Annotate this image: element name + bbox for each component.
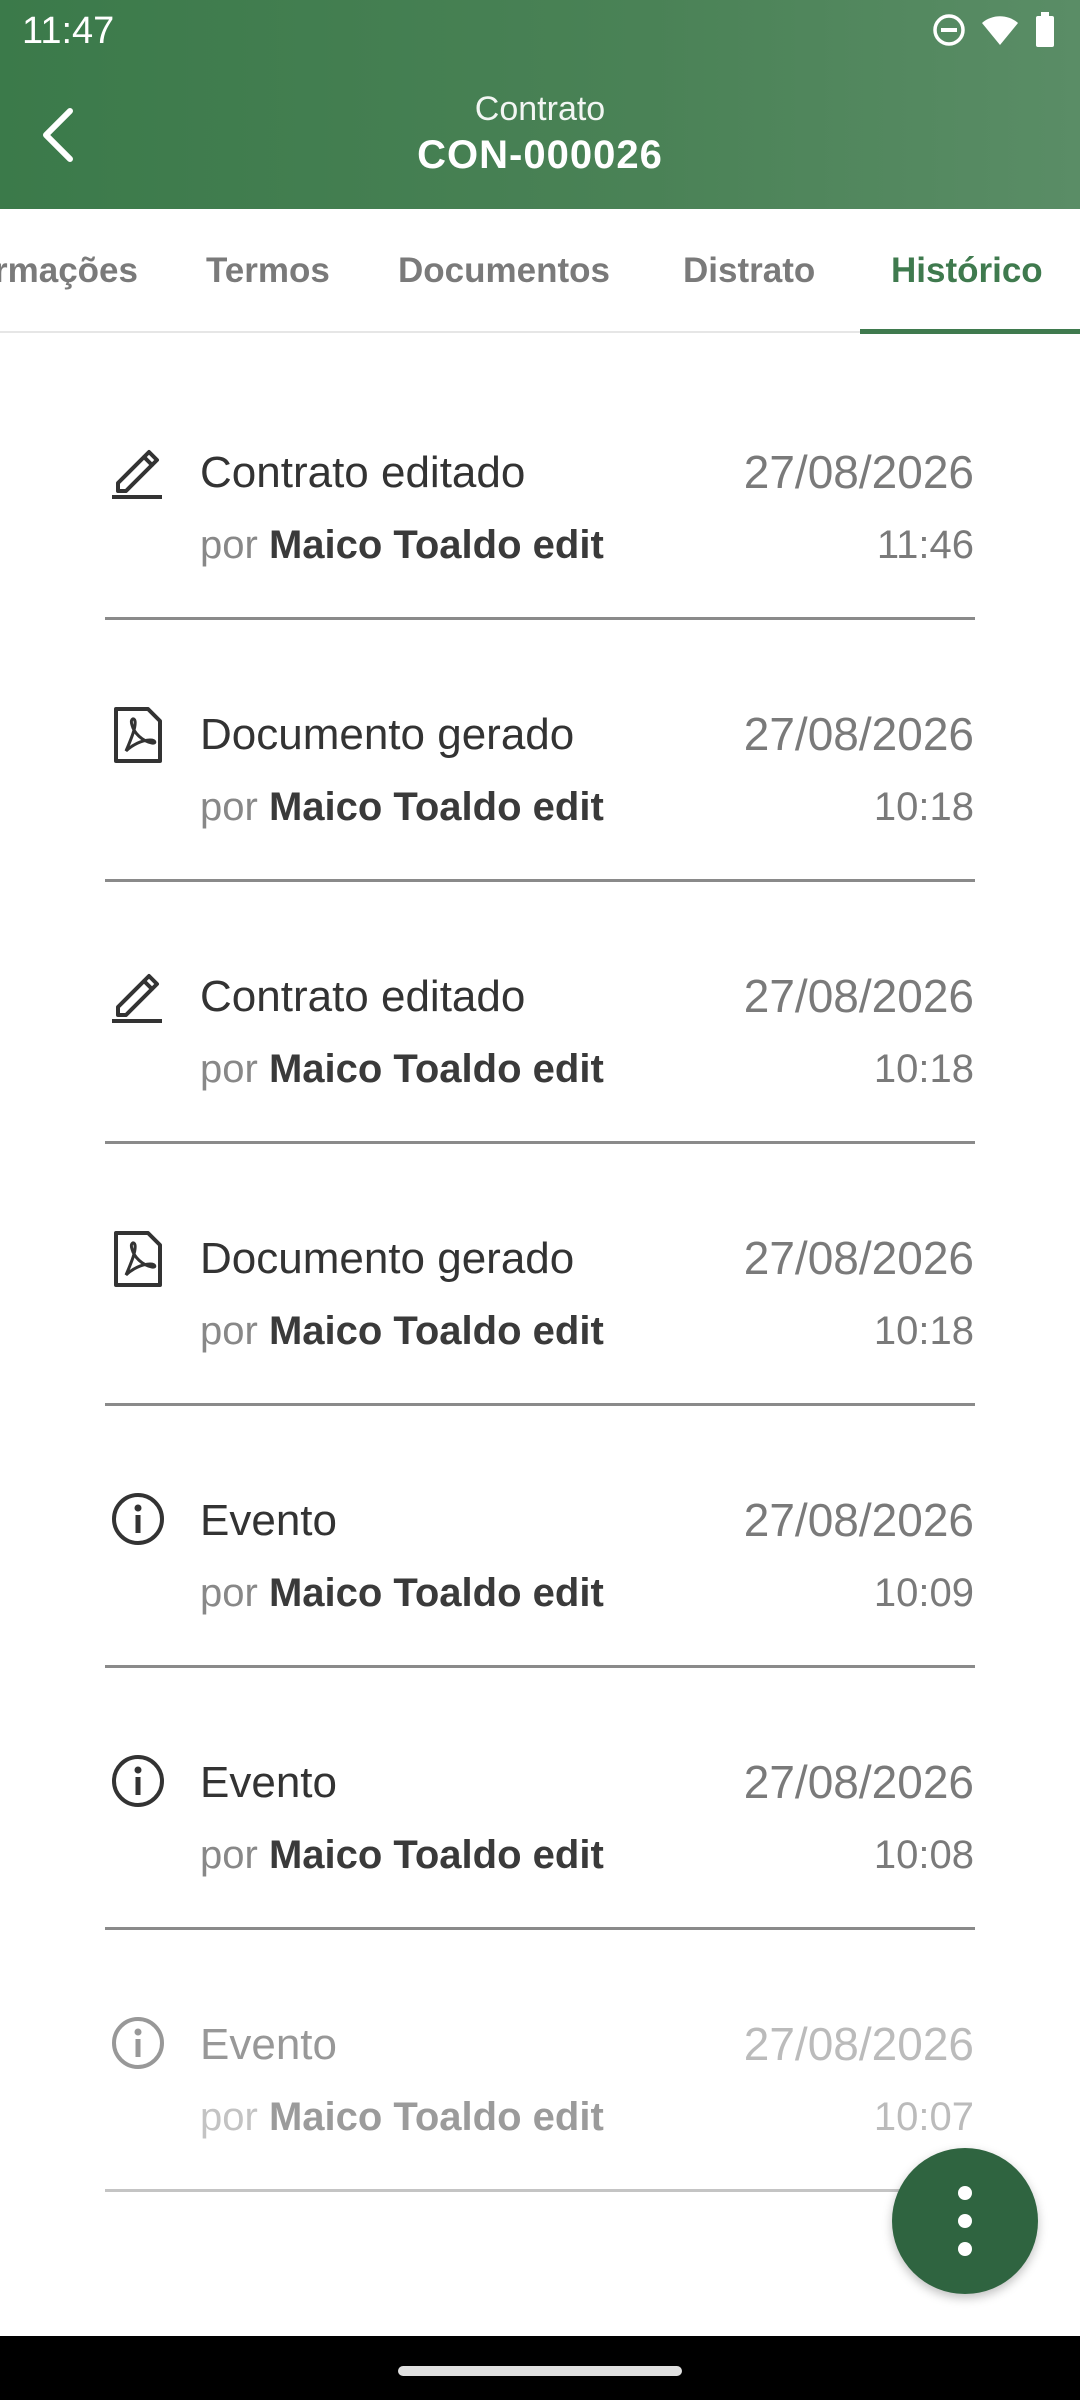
history-item-author: por Maico Toaldo edit [200,785,604,829]
history-item-title: Documento gerado [200,710,575,759]
tab-distrato[interactable]: Distrato [683,209,815,333]
history-item-date: 27/08/2026 [743,1756,974,1808]
history-item[interactable]: Evento por Maico Toaldo edit 27/08/2026 … [0,1643,1080,1930]
history-item-author: por Maico Toaldo edit [200,2095,604,2139]
more-vertical-icon-dot [958,2242,972,2256]
wifi-icon [982,16,1018,45]
status-time: 11:47 [22,10,115,52]
history-item[interactable]: Documento gerado por Maico Toaldo edit 2… [0,595,1080,882]
history-item-time: 11:46 [876,523,974,567]
history-item-title: Documento gerado [200,1234,575,1283]
history-item[interactable]: Contrato editado por Maico Toaldo edit 2… [0,857,1080,1144]
pdf-document-icon [114,1231,162,1287]
tab-termos[interactable]: Termos [206,209,330,333]
history-item-time: 10:18 [873,785,974,829]
more-vertical-icon-dot [958,2214,972,2228]
history-item-date: 27/08/2026 [743,970,974,1022]
history-item[interactable]: Documento gerado por Maico Toaldo edit 2… [0,1119,1080,1406]
history-item-author: por Maico Toaldo edit [200,523,604,567]
app-header: 11:47 Contrato CON-000026 [0,0,1080,209]
history-item-date: 27/08/2026 [743,446,974,498]
status-icons [932,12,1056,48]
info-icon [112,1755,164,1807]
history-item-title: Contrato editado [200,448,526,497]
history-item-time: 10:07 [873,2095,974,2139]
history-item-author: por Maico Toaldo edit [200,1833,604,1877]
history-item[interactable]: Evento por Maico Toaldo edit 27/08/2026 … [0,1905,1080,2192]
header-title: CON-000026 [417,133,663,177]
history-item-time: 10:09 [873,1571,974,1615]
divider [105,2189,975,2192]
app-screen: 11:47 Contrato CON-000026 rmações Termos… [0,0,1080,2400]
history-item-author: por Maico Toaldo edit [200,1047,604,1091]
battery-icon [1036,12,1054,47]
edit-icon [112,974,162,1023]
more-vertical-icon [958,2186,972,2200]
history-item-title: Contrato editado [200,972,526,1021]
history-item-author: por Maico Toaldo edit [200,1571,604,1615]
status-bar: 11:47 [0,0,1080,62]
info-icon [112,1493,164,1545]
history-item-time: 10:18 [873,1047,974,1091]
history-item-date: 27/08/2026 [743,1494,974,1546]
tab-bar: rmações Termos Documentos Distrato Histó… [0,209,1080,334]
tab-documentos[interactable]: Documentos [398,209,610,333]
history-item-author: por Maico Toaldo edit [200,1309,604,1353]
history-item-title: Evento [200,1496,337,1545]
info-icon [112,2017,164,2069]
history-item-time: 10:18 [873,1309,974,1353]
history-item-date: 27/08/2026 [743,1232,974,1284]
header-subtitle: Contrato [474,90,606,128]
tab-historico[interactable]: Histórico [891,209,1043,333]
history-item[interactable]: Contrato editado por Maico Toaldo edit 2… [0,333,1080,620]
history-item-date: 27/08/2026 [743,708,974,760]
edit-icon [112,450,162,499]
do-not-disturb-icon [933,14,965,46]
history-item-title: Evento [200,1758,337,1807]
tab-informacoes[interactable]: rmações [0,209,138,333]
system-navigation-bar [0,2336,1080,2400]
history-item-title: Evento [200,2020,337,2069]
history-item-date: 27/08/2026 [743,2018,974,2070]
history-item-time: 10:08 [873,1833,974,1877]
home-gesture-handle[interactable] [398,2366,682,2376]
more-options-fab[interactable] [892,2148,1038,2294]
pdf-document-icon [114,707,162,763]
history-item[interactable]: Evento por Maico Toaldo edit 27/08/2026 … [0,1381,1080,1668]
